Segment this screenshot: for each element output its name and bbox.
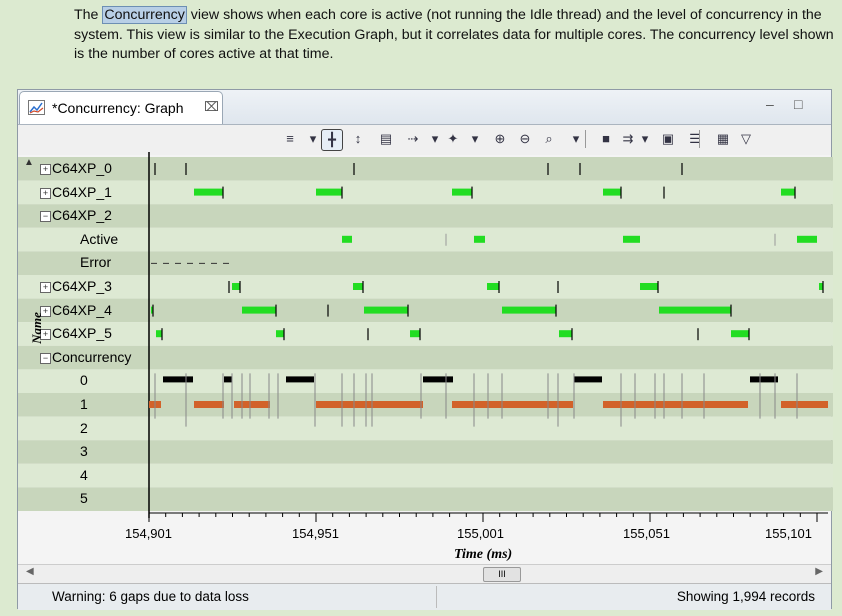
concurrency-graph-panel: *Concurrency: Graph ⌧ – □ ≡ ▾ ╋ ↕ ▤ ⇢ ▾ ✦ ▾ ⊕ ⊖ ⌕ ▾ ■…: [17, 89, 833, 610]
status-divider: [436, 586, 437, 608]
scroll-thumb[interactable]: III: [483, 567, 521, 582]
active-segment[interactable]: [353, 283, 363, 290]
row-label-4: 4: [18, 464, 149, 487]
concurrency-level-1-segment[interactable]: [452, 401, 573, 408]
intro-paragraph: The Concurrency view shows when each cor…: [74, 6, 834, 65]
collapse-icon[interactable]: −: [40, 352, 51, 364]
expand-icon[interactable]: +: [40, 282, 51, 293]
status-warning: Warning: 6 gaps due to data loss: [52, 589, 249, 604]
row-label-c64xp-0[interactable]: + C64XP_0: [18, 157, 149, 180]
concurrency-level-0-segment[interactable]: [750, 376, 778, 383]
concurrency-level-0-segment[interactable]: [224, 376, 232, 383]
row-label-text: 3: [80, 443, 88, 460]
active-segment[interactable]: [156, 330, 162, 338]
active-segment[interactable]: [640, 283, 658, 290]
row-label-text: Error: [80, 254, 112, 271]
row-label-0: 0: [18, 369, 149, 392]
axis-name-label: Name: [28, 312, 44, 344]
active-segment[interactable]: [731, 330, 749, 338]
expand-icon[interactable]: +: [40, 164, 51, 175]
row-label-text: C64XP_2: [52, 207, 112, 224]
row-label-text: C64XP_4: [52, 301, 112, 318]
row-label-c64xp-2[interactable]: − C64XP_2: [18, 204, 149, 227]
row-label-error: Error: [18, 251, 149, 274]
scroll-left-icon[interactable]: ◀: [26, 566, 34, 577]
row-label-text: 4: [80, 466, 88, 483]
row-label-text: Active: [80, 230, 119, 247]
row-label-concurrency[interactable]: − Concurrency: [18, 346, 149, 369]
horizontal-scrollbar[interactable]: ◀ III ▶: [18, 564, 831, 583]
concurrency-level-1-segment[interactable]: [316, 401, 423, 408]
row-label-text: 2: [80, 419, 88, 436]
row-label-text: Concurrency: [52, 348, 132, 365]
x-tick-label: 154,951: [292, 526, 339, 541]
status-bar: Warning: 6 gaps due to data loss Showing…: [18, 583, 831, 610]
row-label-text: 0: [80, 372, 88, 389]
x-tick-label: 155,001: [457, 526, 504, 541]
active-segment[interactable]: [623, 235, 640, 243]
active-segment[interactable]: [342, 235, 352, 243]
active-segment[interactable]: [474, 235, 485, 243]
concurrency-level-1-segment[interactable]: [781, 401, 828, 408]
active-segment[interactable]: [781, 188, 795, 196]
active-segment[interactable]: [502, 306, 556, 314]
x-tick-label: 155,101: [765, 526, 812, 541]
scroll-right-icon[interactable]: ▶: [815, 566, 823, 577]
concurrency-level-1-segment[interactable]: [194, 401, 224, 408]
concurrency-level-0-segment[interactable]: [423, 376, 453, 383]
intro-after: view shows when each core is active (not…: [74, 7, 834, 62]
x-axis-label: Time (ms): [454, 547, 513, 562]
active-segment[interactable]: [276, 330, 284, 338]
row-label-c64xp-3[interactable]: + C64XP_3: [18, 275, 149, 298]
active-segment[interactable]: [194, 188, 223, 196]
active-segment[interactable]: [559, 330, 572, 338]
row-label-3: 3: [18, 440, 149, 463]
row-label-5: 5: [18, 487, 149, 510]
active-segment[interactable]: [232, 283, 240, 290]
active-segment[interactable]: [487, 283, 499, 290]
active-segment[interactable]: [364, 306, 408, 314]
row-label-text: 5: [80, 490, 88, 507]
row-label-text: C64XP_0: [52, 160, 112, 176]
status-record-count: Showing 1,994 records: [676, 589, 815, 604]
row-label-text: 1: [80, 396, 88, 412]
intro-before: The: [74, 7, 103, 23]
intro-highlight: Concurrency: [102, 6, 187, 24]
x-tick-label: 155,051: [623, 526, 670, 541]
active-segment[interactable]: [452, 188, 472, 196]
active-segment[interactable]: [797, 235, 817, 243]
concurrency-level-0-segment[interactable]: [286, 376, 314, 383]
row-label-active: Active: [18, 228, 149, 251]
expand-icon[interactable]: +: [40, 187, 51, 199]
row-label-2: 2: [18, 417, 149, 440]
active-segment[interactable]: [659, 306, 731, 314]
active-segment[interactable]: [242, 306, 276, 314]
x-tick-label: 154,901: [125, 526, 172, 541]
scroll-up-icon[interactable]: ▲: [24, 157, 34, 168]
row-label-c64xp-1[interactable]: + C64XP_1: [18, 181, 149, 204]
active-segment[interactable]: [410, 330, 420, 338]
row-label-text: C64XP_1: [52, 183, 112, 200]
row-label-text: C64XP_3: [52, 278, 112, 294]
collapse-icon[interactable]: −: [40, 211, 51, 223]
concurrency-level-0-segment[interactable]: [163, 376, 193, 383]
active-segment[interactable]: [316, 188, 342, 196]
concurrency-level-1-segment[interactable]: [234, 401, 270, 408]
concurrency-level-1-segment[interactable]: [603, 401, 748, 408]
row-label-text: C64XP_5: [52, 325, 112, 342]
concurrency-level-0-segment[interactable]: [574, 376, 602, 383]
row-label-1: 1: [18, 393, 149, 416]
active-segment[interactable]: [603, 188, 621, 196]
